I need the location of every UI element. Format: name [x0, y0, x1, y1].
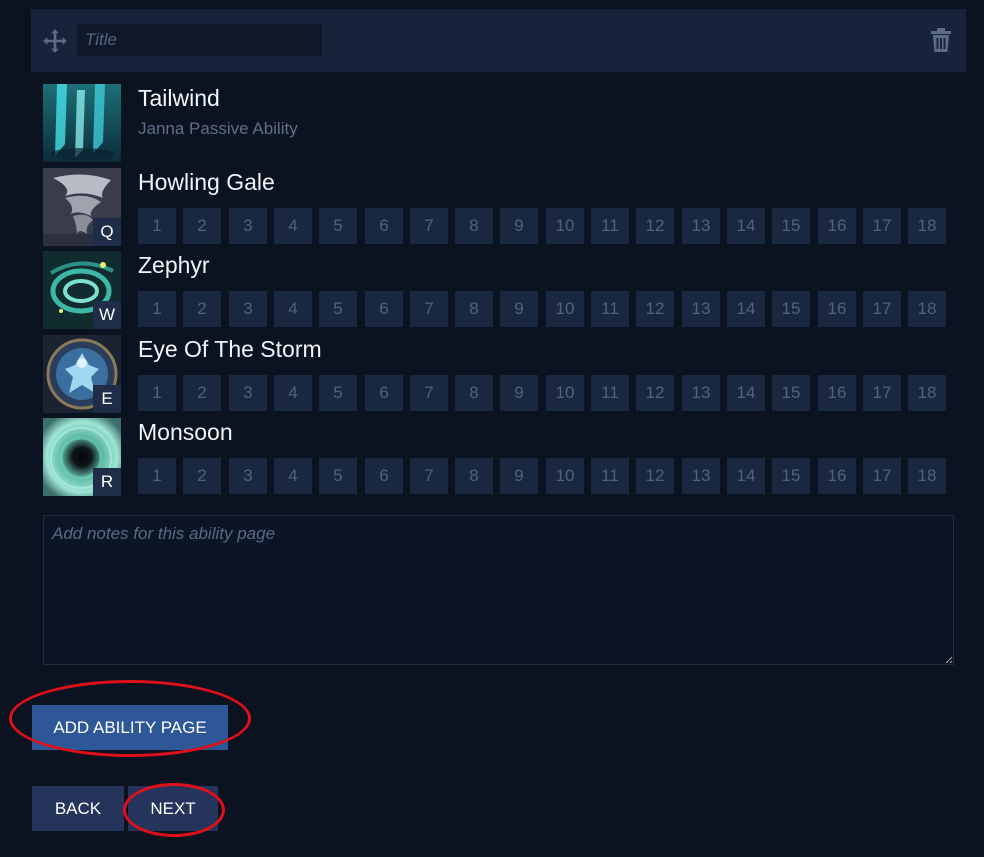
skill-level-box[interactable]: 5	[319, 375, 357, 411]
skill-level-box[interactable]: 2	[183, 208, 221, 244]
ability-name: Tailwind	[138, 85, 220, 111]
skill-level-box[interactable]: 14	[727, 375, 765, 411]
skill-level-box[interactable]: 3	[229, 458, 267, 494]
skill-level-box[interactable]: 13	[682, 208, 720, 244]
skill-level-box[interactable]: 15	[772, 375, 810, 411]
skill-level-box[interactable]: 3	[229, 208, 267, 244]
skill-level-box[interactable]: 6	[365, 291, 403, 327]
skill-level-box[interactable]: 4	[274, 291, 312, 327]
monsoon-ability-icon: R	[43, 418, 121, 496]
skill-level-box[interactable]: 13	[682, 291, 720, 327]
skill-level-box[interactable]: 12	[636, 458, 674, 494]
skill-level-box[interactable]: 16	[818, 291, 856, 327]
skill-level-box[interactable]: 14	[727, 208, 765, 244]
skill-level-box[interactable]: 17	[863, 458, 901, 494]
skill-level-box[interactable]: 3	[229, 375, 267, 411]
trash-icon[interactable]	[931, 28, 951, 52]
skill-level-box[interactable]: 16	[818, 375, 856, 411]
skill-level-box[interactable]: 12	[636, 375, 674, 411]
skill-level-box[interactable]: 8	[455, 208, 493, 244]
skill-level-box[interactable]: 13	[682, 458, 720, 494]
skill-level-box[interactable]: 18	[908, 208, 946, 244]
skill-level-box[interactable]: 15	[772, 208, 810, 244]
skill-level-box[interactable]: 8	[455, 375, 493, 411]
skill-level-box[interactable]: 6	[365, 375, 403, 411]
add-ability-page-button[interactable]: ADD ABILITY PAGE	[32, 705, 228, 750]
skill-level-box[interactable]: 2	[183, 375, 221, 411]
skill-level-box[interactable]: 14	[727, 291, 765, 327]
skill-level-box[interactable]: 18	[908, 458, 946, 494]
back-button[interactable]: BACK	[32, 786, 124, 831]
zephyr-ability-icon: W	[43, 251, 121, 329]
skill-level-box[interactable]: 7	[410, 291, 448, 327]
skill-level-box[interactable]: 12	[636, 208, 674, 244]
tailwind-ability-icon	[43, 84, 121, 162]
skill-level-box[interactable]: 13	[682, 375, 720, 411]
skill-level-box[interactable]: 5	[319, 458, 357, 494]
skill-level-box[interactable]: 7	[410, 208, 448, 244]
skill-level-box[interactable]: 8	[455, 291, 493, 327]
skill-level-box[interactable]: 7	[410, 375, 448, 411]
skill-level-box[interactable]: 2	[183, 291, 221, 327]
skill-level-box[interactable]: 17	[863, 208, 901, 244]
skill-level-box[interactable]: 1	[138, 208, 176, 244]
hotkey-badge: R	[93, 468, 121, 496]
skill-level-box[interactable]: 6	[365, 208, 403, 244]
title-input[interactable]	[77, 24, 322, 56]
howling-gale-ability-icon: Q	[43, 168, 121, 246]
skill-level-box[interactable]: 14	[727, 458, 765, 494]
skill-level-box[interactable]: 11	[591, 458, 629, 494]
ability-name: Howling Gale	[138, 169, 275, 195]
skill-level-box[interactable]: 5	[319, 208, 357, 244]
eye-of-the-storm-ability-icon: E	[43, 335, 121, 413]
skill-level-box[interactable]: 12	[636, 291, 674, 327]
skill-level-box[interactable]: 4	[274, 458, 312, 494]
skill-level-box[interactable]: 18	[908, 375, 946, 411]
skill-level-box[interactable]: 1	[138, 458, 176, 494]
skill-level-box[interactable]: 10	[546, 458, 584, 494]
skill-level-box[interactable]: 1	[138, 375, 176, 411]
skill-level-box[interactable]: 7	[410, 458, 448, 494]
skill-level-box[interactable]: 1	[138, 291, 176, 327]
skill-level-box[interactable]: 11	[591, 375, 629, 411]
skill-level-box[interactable]: 11	[591, 208, 629, 244]
skill-level-box[interactable]: 16	[818, 208, 856, 244]
skill-level-box[interactable]: 18	[908, 291, 946, 327]
ability-name: Eye Of The Storm	[138, 336, 322, 362]
ability-notes-textarea[interactable]	[43, 515, 954, 665]
skill-level-box[interactable]: 9	[500, 291, 538, 327]
skill-level-box[interactable]: 9	[500, 375, 538, 411]
ability-name: Zephyr	[138, 252, 210, 278]
ability-name: Monsoon	[138, 419, 233, 445]
hotkey-badge: E	[93, 385, 121, 413]
skill-level-box[interactable]: 11	[591, 291, 629, 327]
skill-level-box[interactable]: 4	[274, 375, 312, 411]
skill-level-box[interactable]: 5	[319, 291, 357, 327]
ability-subtitle: Janna Passive Ability	[138, 119, 298, 138]
skill-level-box[interactable]: 15	[772, 458, 810, 494]
skill-level-box[interactable]: 10	[546, 375, 584, 411]
hotkey-badge: W	[93, 301, 121, 329]
skill-level-box[interactable]: 17	[863, 291, 901, 327]
move-arrows-icon[interactable]	[42, 28, 68, 54]
skill-level-box[interactable]: 4	[274, 208, 312, 244]
skill-level-box[interactable]: 10	[546, 291, 584, 327]
skill-level-box[interactable]: 9	[500, 458, 538, 494]
skill-level-box[interactable]: 17	[863, 375, 901, 411]
skill-level-box[interactable]: 16	[818, 458, 856, 494]
skill-level-box[interactable]: 8	[455, 458, 493, 494]
skill-level-box[interactable]: 2	[183, 458, 221, 494]
next-button[interactable]: NEXT	[128, 786, 218, 831]
skill-level-box[interactable]: 6	[365, 458, 403, 494]
skill-level-box[interactable]: 15	[772, 291, 810, 327]
skill-level-box[interactable]: 3	[229, 291, 267, 327]
hotkey-badge: Q	[93, 218, 121, 246]
skill-level-box[interactable]: 10	[546, 208, 584, 244]
skill-level-box[interactable]: 9	[500, 208, 538, 244]
